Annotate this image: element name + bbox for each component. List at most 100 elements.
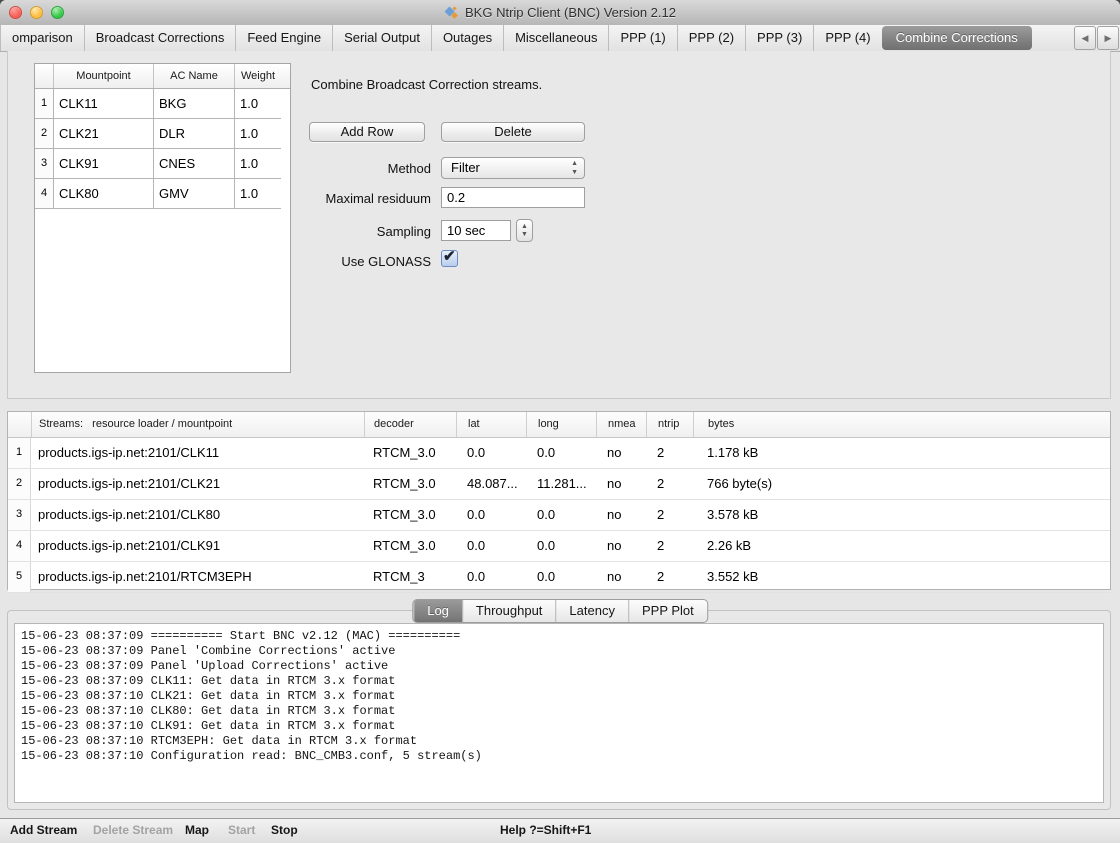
right-arrow-icon: ▶: [1105, 33, 1112, 44]
main-tab[interactable]: Broadcast Corrections: [84, 25, 236, 51]
main-tab[interactable]: Outages: [431, 25, 503, 51]
stream-row[interactable]: 4 products.igs-ip.net:2101/CLK91 RTCM_3.…: [8, 531, 1110, 562]
main-tab-bar: omparisonBroadcast CorrectionsFeed Engin…: [0, 25, 1120, 52]
log-line: 15-06-23 08:37:09 CLK11: Get data in RTC…: [21, 674, 1103, 689]
cell-mountpoint[interactable]: CLK80: [53, 179, 153, 209]
combination-table-row[interactable]: 1 CLK11 BKG 1.0: [35, 89, 290, 119]
delete-button[interactable]: Delete: [441, 122, 585, 142]
log-tab[interactable]: Latency: [555, 600, 628, 622]
cell-stream[interactable]: products.igs-ip.net:2101/CLK80: [31, 500, 364, 530]
main-tab[interactable]: PPP (2): [677, 25, 745, 51]
cell-nmea[interactable]: no: [596, 438, 646, 468]
combination-table[interactable]: Mountpoint AC Name Weight 1 CLK11 BKG 1.…: [34, 63, 291, 373]
log-line: 15-06-23 08:37:10 RTCM3EPH: Get data in …: [21, 734, 1103, 749]
cell-lat[interactable]: 0.0: [456, 562, 526, 592]
cell-lat[interactable]: 48.087...: [456, 469, 526, 499]
row-number: 1: [8, 438, 31, 468]
cell-decoder[interactable]: RTCM_3.0: [364, 500, 456, 530]
cell-lat[interactable]: 0.0: [456, 531, 526, 561]
cell-long[interactable]: 0.0: [526, 562, 596, 592]
cell-nmea[interactable]: no: [596, 562, 646, 592]
add-row-button[interactable]: Add Row: [309, 122, 425, 142]
method-dropdown[interactable]: Filter ▲▼: [441, 157, 585, 179]
log-tab[interactable]: PPP Plot: [628, 600, 707, 622]
streams-table[interactable]: Streams: resource loader / mountpoint de…: [7, 411, 1111, 590]
cell-decoder[interactable]: RTCM_3.0: [364, 469, 456, 499]
cell-stream[interactable]: products.igs-ip.net:2101/RTCM3EPH: [31, 562, 364, 592]
main-tab[interactable]: PPP (3): [745, 25, 813, 51]
max-residuum-input[interactable]: 0.2: [441, 187, 585, 208]
stepper-down-icon: ▼: [521, 231, 528, 239]
log-tab[interactable]: Log: [413, 600, 462, 622]
cell-mountpoint[interactable]: CLK11: [53, 89, 153, 119]
cell-mountpoint[interactable]: CLK91: [53, 149, 153, 179]
stream-row[interactable]: 1 products.igs-ip.net:2101/CLK11 RTCM_3.…: [8, 438, 1110, 469]
stepper-up-icon: ▲: [521, 223, 528, 231]
log-output[interactable]: 15-06-23 08:37:09 ========== Start BNC v…: [14, 623, 1104, 803]
cell-bytes[interactable]: 3.552 kB: [693, 562, 1110, 592]
tab-scroll-left-button[interactable]: ◀: [1074, 26, 1096, 50]
header-decoder: decoder: [364, 412, 456, 437]
cell-bytes[interactable]: 1.178 kB: [693, 438, 1110, 468]
log-line: 15-06-23 08:37:09 ========== Start BNC v…: [21, 629, 1103, 644]
log-tab[interactable]: Throughput: [462, 600, 556, 622]
cell-ac-name[interactable]: BKG: [153, 89, 234, 119]
main-tab[interactable]: Serial Output: [332, 25, 431, 51]
cell-stream[interactable]: products.igs-ip.net:2101/CLK91: [31, 531, 364, 561]
cell-bytes[interactable]: 2.26 kB: [693, 531, 1110, 561]
toolbar-action[interactable]: Start: [228, 823, 255, 837]
sampling-stepper[interactable]: ▲▼: [516, 219, 533, 242]
cell-ntrip[interactable]: 2: [646, 500, 693, 530]
sampling-input[interactable]: 10 sec: [441, 220, 511, 241]
cell-nmea[interactable]: no: [596, 469, 646, 499]
cell-decoder[interactable]: RTCM_3.0: [364, 531, 456, 561]
method-value: Filter: [451, 160, 480, 175]
cell-long[interactable]: 11.281...: [526, 469, 596, 499]
cell-decoder[interactable]: RTCM_3.0: [364, 438, 456, 468]
cell-stream[interactable]: products.igs-ip.net:2101/CLK21: [31, 469, 364, 499]
cell-ntrip[interactable]: 2: [646, 531, 693, 561]
cell-ntrip[interactable]: 2: [646, 562, 693, 592]
main-tab[interactable]: Feed Engine: [235, 25, 332, 51]
cell-lat[interactable]: 0.0: [456, 438, 526, 468]
tab-scroll-right-button[interactable]: ▶: [1097, 26, 1119, 50]
main-tab[interactable]: Miscellaneous: [503, 25, 608, 51]
cell-weight[interactable]: 1.0: [234, 119, 281, 149]
cell-long[interactable]: 0.0: [526, 500, 596, 530]
cell-stream[interactable]: products.igs-ip.net:2101/CLK11: [31, 438, 364, 468]
main-tab[interactable]: PPP (4): [813, 25, 881, 51]
stream-row[interactable]: 3 products.igs-ip.net:2101/CLK80 RTCM_3.…: [8, 500, 1110, 531]
toolbar-action[interactable]: Add Stream: [10, 823, 77, 837]
toolbar-action[interactable]: Delete Stream: [93, 823, 173, 837]
combination-table-row[interactable]: 2 CLK21 DLR 1.0: [35, 119, 290, 149]
cell-ac-name[interactable]: GMV: [153, 179, 234, 209]
stream-row[interactable]: 2 products.igs-ip.net:2101/CLK21 RTCM_3.…: [8, 469, 1110, 500]
method-label: Method: [251, 161, 431, 176]
max-residuum-label: Maximal residuum: [251, 191, 431, 206]
toolbar-action[interactable]: Map: [185, 823, 209, 837]
stream-row[interactable]: 5 products.igs-ip.net:2101/RTCM3EPH RTCM…: [8, 562, 1110, 593]
cell-long[interactable]: 0.0: [526, 438, 596, 468]
main-tab[interactable]: Combine Corrections: [882, 26, 1032, 50]
cell-mountpoint[interactable]: CLK21: [53, 119, 153, 149]
cell-ntrip[interactable]: 2: [646, 469, 693, 499]
header-weight: Weight: [234, 64, 281, 88]
cell-decoder[interactable]: RTCM_3: [364, 562, 456, 592]
cell-long[interactable]: 0.0: [526, 531, 596, 561]
cell-bytes[interactable]: 766 byte(s): [693, 469, 1110, 499]
cell-lat[interactable]: 0.0: [456, 500, 526, 530]
header-long: long: [526, 412, 596, 437]
use-glonass-checkbox[interactable]: [441, 250, 458, 267]
cell-ac-name[interactable]: DLR: [153, 119, 234, 149]
cell-nmea[interactable]: no: [596, 531, 646, 561]
cell-ac-name[interactable]: CNES: [153, 149, 234, 179]
log-line: 15-06-23 08:37:09 Panel 'Upload Correcti…: [21, 659, 1103, 674]
main-tab[interactable]: omparison: [0, 25, 84, 51]
cell-weight[interactable]: 1.0: [234, 89, 281, 119]
main-tab[interactable]: PPP (1): [608, 25, 676, 51]
cell-nmea[interactable]: no: [596, 500, 646, 530]
toolbar-action[interactable]: Stop: [271, 823, 298, 837]
cell-ntrip[interactable]: 2: [646, 438, 693, 468]
cell-bytes[interactable]: 3.578 kB: [693, 500, 1110, 530]
title-bar[interactable]: BKG Ntrip Client (BNC) Version 2.12: [0, 0, 1120, 26]
